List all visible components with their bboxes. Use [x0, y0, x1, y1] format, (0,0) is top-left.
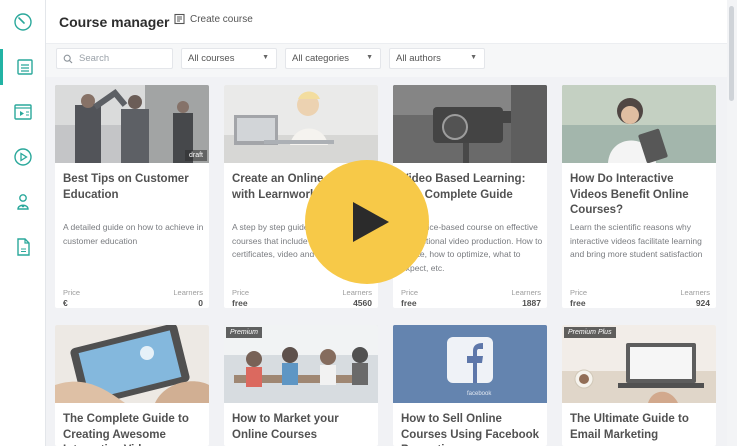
course-thumbnail: [562, 85, 716, 163]
course-thumbnail: Premium: [224, 325, 378, 403]
authors-select-value: All authors: [396, 53, 441, 64]
course-title[interactable]: The Ultimate Guide to Email Marketing: [570, 412, 712, 443]
create-course-button[interactable]: Create course: [174, 13, 253, 25]
course-thumbnail: draft: [55, 85, 209, 163]
create-course-icon: [174, 13, 185, 25]
course-title[interactable]: How Do Interactive Videos Benefit Online…: [570, 172, 712, 219]
learners-value: 1887: [522, 298, 541, 308]
premium-plus-badge: Premium Plus: [564, 327, 616, 338]
courses-select[interactable]: All courses ▼: [181, 48, 277, 69]
search-input[interactable]: [79, 53, 159, 64]
course-card[interactable]: draft Best Tips on Customer Education A …: [55, 85, 209, 308]
course-card[interactable]: facebook How to Sell Online Courses Usin…: [393, 325, 547, 446]
categories-select-value: All categories: [292, 53, 350, 64]
app: Course manager Create course All courses…: [0, 0, 737, 446]
price-value: €: [63, 298, 68, 308]
course-thumbnail: facebook: [393, 325, 547, 403]
price-label: Price: [401, 288, 419, 297]
chevron-down-icon: ▼: [366, 54, 373, 61]
course-title[interactable]: The Complete Guide to Creating Awesome I…: [63, 412, 205, 446]
course-title[interactable]: How to Market your Online Courses: [232, 412, 374, 443]
learners-value: 924: [695, 298, 710, 308]
page-title: Course manager: [59, 14, 170, 30]
price-value: free: [401, 298, 417, 308]
header: Course manager Create course: [46, 0, 727, 44]
search-box[interactable]: [56, 48, 173, 69]
course-title[interactable]: Best Tips on Customer Education: [63, 172, 205, 203]
course-title[interactable]: How to Sell Online Courses Using Faceboo…: [401, 412, 543, 446]
courses-select-value: All courses: [188, 53, 235, 64]
course-card[interactable]: The Complete Guide to Creating Awesome I…: [55, 325, 209, 446]
chevron-down-icon: ▼: [470, 54, 477, 61]
learners-value: 4560: [353, 298, 372, 308]
dashboard-gauge-icon[interactable]: [0, 4, 46, 40]
learners-label: Learners: [511, 288, 541, 297]
sidebar: [0, 0, 46, 446]
filter-bar: All courses ▼ All categories ▼ All autho…: [46, 44, 727, 77]
price-label: Price: [63, 288, 81, 297]
learners-label: Learners: [680, 288, 710, 297]
search-icon: [63, 54, 73, 63]
course-thumbnail: [393, 85, 547, 163]
course-description: A detailed guide on how to achieve in cu…: [63, 222, 204, 246]
create-course-label: Create course: [190, 13, 253, 25]
scrollbar-thumb[interactable]: [729, 6, 734, 101]
play-circle-icon[interactable]: [0, 139, 46, 175]
learners-value: 0: [198, 298, 203, 308]
premium-badge: Premium: [226, 327, 263, 338]
chevron-down-icon: ▼: [262, 54, 269, 61]
categories-select[interactable]: All categories ▼: [285, 48, 381, 69]
course-thumbnail: Premium Plus: [562, 325, 716, 403]
price-value: free: [232, 298, 248, 308]
price-label: Price: [570, 288, 588, 297]
draft-badge: draft: [184, 150, 207, 161]
svg-text:facebook: facebook: [467, 391, 492, 397]
learners-label: Learners: [173, 288, 203, 297]
course-list-icon[interactable]: [0, 49, 46, 85]
course-description: Learn the scientific reasons why interac…: [570, 222, 703, 259]
authors-select[interactable]: All authors ▼: [389, 48, 485, 69]
video-presentation-icon[interactable]: [0, 94, 46, 130]
play-video-button[interactable]: [305, 160, 429, 284]
price-value: free: [570, 298, 586, 308]
document-icon[interactable]: [0, 229, 46, 265]
play-icon: [353, 202, 389, 242]
course-card[interactable]: Premium Plus The Ultimate Guide to Email…: [562, 325, 716, 446]
course-card[interactable]: How Do Interactive Videos Benefit Online…: [562, 85, 716, 308]
price-label: Price: [232, 288, 250, 297]
learner-person-icon[interactable]: [0, 184, 46, 220]
course-thumbnail: [55, 325, 209, 403]
course-card[interactable]: Premium How to Market your Online Course…: [224, 325, 378, 446]
course-thumbnail: [224, 85, 378, 163]
learners-label: Learners: [342, 288, 372, 297]
